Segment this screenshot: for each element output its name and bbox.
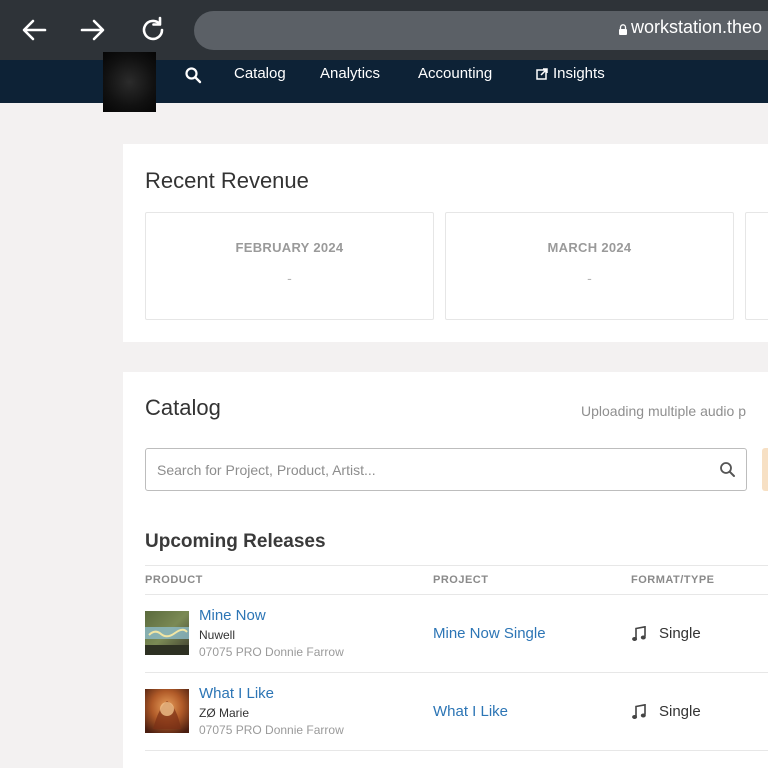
format-type: Single xyxy=(659,703,701,720)
revenue-month-card: FEBRUARY 2024 - xyxy=(145,212,434,320)
column-header-project: PROJECT xyxy=(433,574,489,586)
upload-button-partial[interactable] xyxy=(762,448,768,491)
music-note-icon xyxy=(632,626,646,641)
recent-revenue-title: Recent Revenue xyxy=(145,168,309,193)
search-icon[interactable] xyxy=(184,66,202,84)
catalog-title: Catalog xyxy=(145,395,221,420)
nav-item-analytics[interactable]: Analytics xyxy=(320,65,380,82)
product-code: 07075 PRO Donnie Farrow xyxy=(199,723,344,737)
search-icon[interactable] xyxy=(719,461,736,478)
revenue-month-value: - xyxy=(287,270,292,286)
product-artist: ZØ Marie xyxy=(199,706,250,720)
catalog-search-input[interactable]: Search for Project, Product, Artist... xyxy=(145,448,747,491)
back-button[interactable] xyxy=(16,12,52,48)
back-arrow-icon xyxy=(22,19,47,41)
divider xyxy=(145,594,768,595)
project-link[interactable]: What I Like xyxy=(433,703,508,720)
project-link[interactable]: Mine Now Single xyxy=(433,625,546,642)
revenue-month-label: MARCH 2024 xyxy=(547,240,632,255)
music-note-icon xyxy=(632,704,646,719)
upcoming-releases-title: Upcoming Releases xyxy=(145,531,326,552)
url-text: workstation.theo xyxy=(631,17,763,37)
nav-item-insights[interactable]: Insights xyxy=(553,65,605,82)
reload-button[interactable] xyxy=(135,12,171,48)
divider xyxy=(145,672,768,673)
external-link-icon xyxy=(536,68,548,80)
format-type: Single xyxy=(659,625,701,642)
product-title-link[interactable]: Mine Now xyxy=(199,607,266,624)
reload-icon xyxy=(142,16,164,41)
upload-note: Uploading multiple audio p xyxy=(581,403,746,419)
product-code: 07075 PRO Donnie Farrow xyxy=(199,645,344,659)
column-header-format: FORMAT/TYPE xyxy=(631,574,715,586)
lock-icon xyxy=(619,24,627,35)
search-placeholder: Search for Project, Product, Artist... xyxy=(157,462,376,478)
revenue-month-value: - xyxy=(587,270,592,286)
product-artwork-thumbnail[interactable] xyxy=(145,689,189,733)
nav-item-accounting[interactable]: Accounting xyxy=(418,65,492,82)
product-artwork-thumbnail[interactable] xyxy=(145,611,189,655)
forward-arrow-icon xyxy=(80,19,105,41)
revenue-month-card: MARCH 2024 - xyxy=(445,212,734,320)
product-artist: Nuwell xyxy=(199,628,236,642)
logo[interactable] xyxy=(103,52,156,112)
column-header-product: PRODUCT xyxy=(145,574,203,586)
revenue-month-card-partial xyxy=(745,212,768,320)
nav-item-catalog[interactable]: Catalog xyxy=(234,65,286,82)
forward-button[interactable] xyxy=(75,12,111,48)
divider xyxy=(145,750,768,751)
revenue-month-label: FEBRUARY 2024 xyxy=(235,240,344,255)
product-title-link[interactable]: What I Like xyxy=(199,685,274,702)
divider xyxy=(145,565,768,566)
